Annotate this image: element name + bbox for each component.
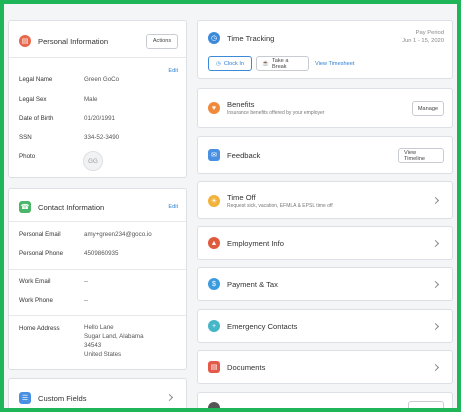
manage-button[interactable]: Manage bbox=[412, 101, 444, 116]
emergency-contacts-card[interactable]: + Emergency Contacts bbox=[197, 309, 453, 343]
time-off-card[interactable]: ☀ Time Off Request sick, vacation, EFMLA… bbox=[197, 181, 453, 219]
benefits-card: ♥ Benefits Insurance benefits offered by… bbox=[197, 88, 453, 128]
next-card[interactable] bbox=[197, 392, 453, 408]
documents-title: Documents bbox=[227, 362, 266, 372]
coffee-icon: ☕ bbox=[262, 60, 269, 67]
section-divider bbox=[9, 269, 186, 270]
address-line: United States bbox=[84, 350, 122, 358]
address-line: Hello Lane bbox=[84, 324, 114, 331]
custom-fields-card[interactable]: ☰ Custom Fields bbox=[8, 378, 187, 408]
personal-email-label: Personal Email bbox=[19, 231, 61, 238]
payment-tax-card[interactable]: $ Payment & Tax bbox=[197, 267, 453, 301]
chevron-right-icon bbox=[431, 322, 440, 331]
phone-icon: ☎ bbox=[19, 201, 31, 213]
time-tracking-card: ◷ Time Tracking Pay Period Jun 1 - 15, 2… bbox=[197, 20, 453, 79]
time-tracking-title: Time Tracking bbox=[227, 33, 275, 43]
briefcase-icon: ▲ bbox=[208, 237, 220, 249]
time-off-title: Time Off bbox=[227, 193, 256, 202]
section-divider bbox=[9, 315, 186, 316]
legal-name-value: Green GoCo bbox=[84, 76, 120, 83]
document-icon: ▤ bbox=[208, 361, 220, 373]
work-email-label: Work Email bbox=[19, 278, 51, 285]
address-line: Sugar Land, Alabama bbox=[84, 332, 144, 340]
chat-icon: ✉ bbox=[208, 149, 220, 161]
header-divider bbox=[9, 221, 186, 222]
contact-info-card: ☎ Contact Information Edit Personal Emai… bbox=[8, 188, 187, 370]
benefits-subtitle: Insurance benefits offered by your emplo… bbox=[227, 110, 325, 116]
ssn-value: 334-52-3490 bbox=[84, 134, 120, 141]
chevron-right-icon bbox=[431, 363, 440, 372]
legal-name-label: Legal Name bbox=[19, 76, 53, 83]
avatar[interactable]: GG bbox=[83, 151, 103, 171]
address-line: 34543 bbox=[84, 341, 102, 349]
ambulance-icon: + bbox=[208, 320, 220, 332]
legal-sex-value: Male bbox=[84, 96, 98, 103]
clock-in-label: Clock In bbox=[223, 60, 245, 67]
work-phone-value: -- bbox=[84, 297, 89, 304]
payment-tax-title: Payment & Tax bbox=[227, 279, 278, 289]
profile-page: ▤ Personal Information Actions Edit Lega… bbox=[4, 4, 457, 408]
personal-info-card: ▤ Personal Information Actions Edit Lega… bbox=[8, 20, 187, 178]
header-divider bbox=[9, 57, 186, 58]
personal-edit-link[interactable]: Edit bbox=[168, 68, 178, 74]
chevron-right-icon bbox=[431, 280, 440, 289]
personal-info-title: Personal Information bbox=[38, 36, 109, 46]
employment-info-card[interactable]: ▲ Employment Info bbox=[197, 226, 453, 260]
contact-info-title: Contact Information bbox=[38, 202, 105, 212]
view-timeline-button[interactable]: View Timeline bbox=[398, 148, 444, 163]
chevron-right-icon bbox=[431, 239, 440, 248]
personal-phone-value: 4509860935 bbox=[84, 250, 119, 257]
take-break-label: Take a Break bbox=[271, 57, 289, 70]
actions-button[interactable]: Actions bbox=[146, 33, 178, 49]
work-phone-label: Work Phone bbox=[19, 297, 53, 304]
section-icon bbox=[208, 402, 220, 408]
dob-value: 01/20/1991 bbox=[84, 115, 115, 122]
clock-icon: ◷ bbox=[208, 32, 220, 44]
heart-icon: ♥ bbox=[208, 102, 220, 114]
employment-info-title: Employment Info bbox=[227, 238, 284, 248]
list-icon: ☰ bbox=[19, 392, 31, 404]
time-off-subtitle: Request sick, vacation, EFMLA & EPSL tim… bbox=[227, 203, 333, 209]
take-break-button[interactable]: ☕ Take a Break bbox=[256, 56, 309, 71]
contact-edit-link[interactable]: Edit bbox=[168, 204, 178, 210]
benefits-title: Benefits bbox=[227, 100, 255, 109]
clock-icon: ◷ bbox=[215, 60, 221, 67]
clock-in-button[interactable]: ◷ Clock In bbox=[208, 56, 252, 71]
id-card-icon: ▤ bbox=[19, 35, 31, 47]
personal-phone-label: Personal Phone bbox=[19, 250, 64, 257]
legal-sex-label: Legal Sex bbox=[19, 96, 47, 103]
emergency-contacts-title: Emergency Contacts bbox=[227, 321, 298, 331]
view-timesheet-link[interactable]: View Timesheet bbox=[315, 61, 354, 67]
pay-period-label: Pay Period bbox=[415, 30, 444, 36]
chevron-right-icon bbox=[165, 393, 174, 402]
home-address-label: Home Address bbox=[19, 325, 60, 332]
photo-label: Photo bbox=[19, 153, 36, 160]
ssn-label: SSN bbox=[19, 134, 32, 141]
chevron-right-icon bbox=[431, 196, 440, 205]
piggy-bank-icon: $ bbox=[208, 278, 220, 290]
custom-fields-title: Custom Fields bbox=[38, 393, 87, 403]
feedback-card: ✉ Feedback View Timeline bbox=[197, 136, 453, 174]
dob-label: Date of Birth bbox=[19, 115, 54, 122]
documents-card[interactable]: ▤ Documents bbox=[197, 350, 453, 384]
work-email-value: -- bbox=[84, 278, 89, 285]
card-button[interactable] bbox=[408, 401, 444, 408]
home-address-value: Hello Lane Sugar Land, Alabama 34543 Uni… bbox=[84, 324, 144, 360]
personal-email-value: amy+green234@goco.io bbox=[84, 231, 152, 238]
beach-icon: ☀ bbox=[208, 195, 220, 207]
feedback-title: Feedback bbox=[227, 150, 261, 160]
pay-period-value: Jun 1 - 15, 2020 bbox=[402, 38, 444, 44]
